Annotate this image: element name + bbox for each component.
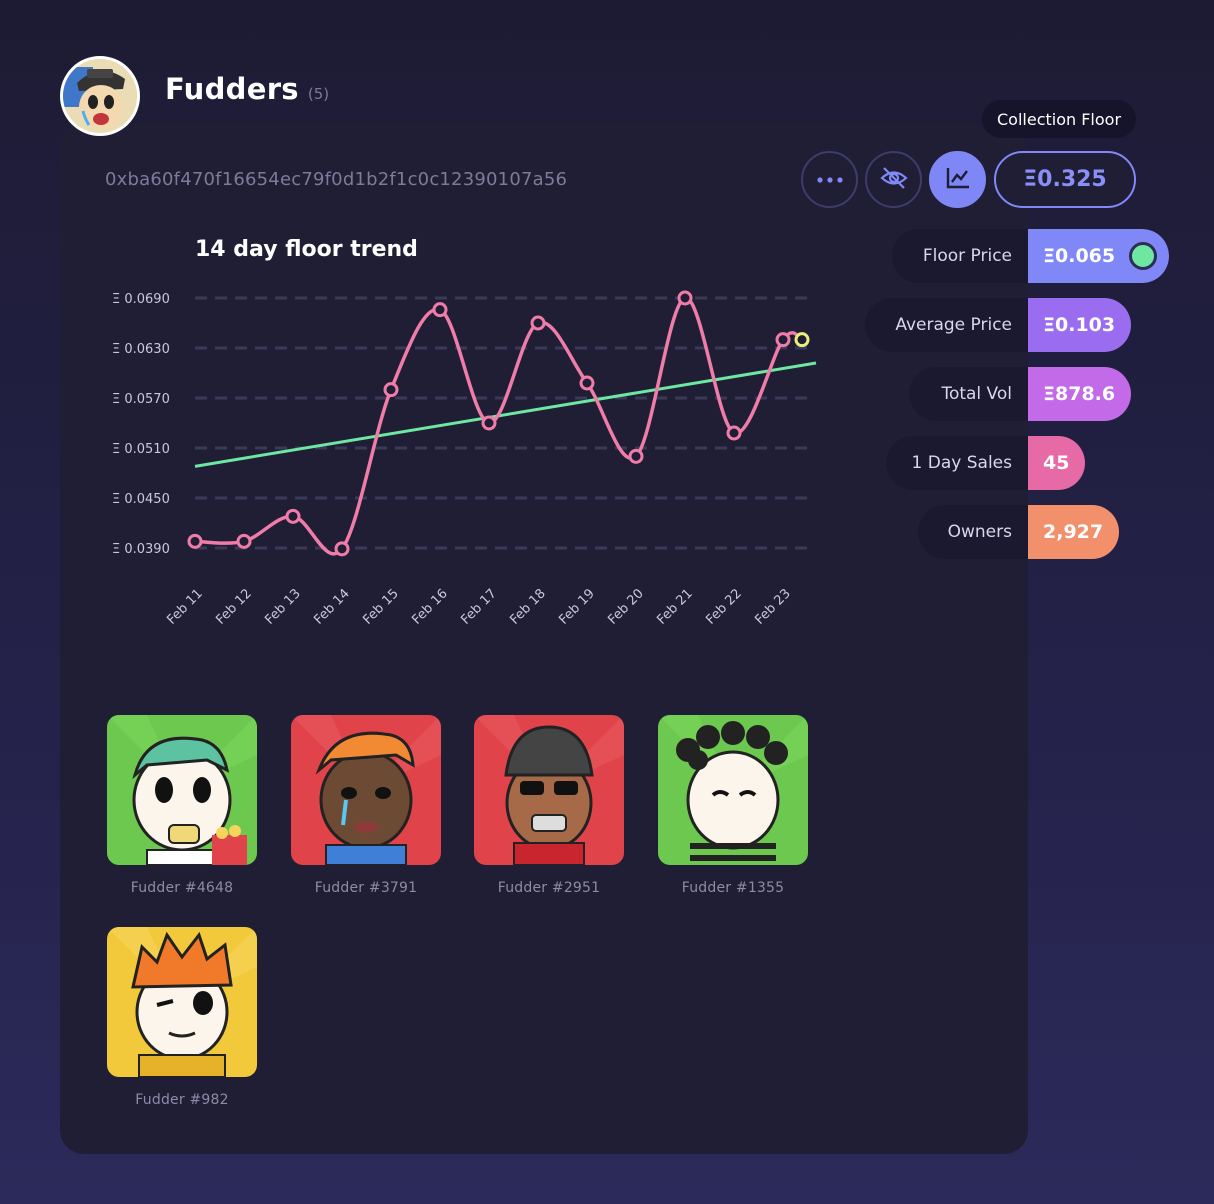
- stat-label: Owners: [918, 505, 1028, 559]
- data-point[interactable]: [775, 332, 791, 348]
- chart-button[interactable]: [929, 151, 986, 208]
- floor-trend-chart: 14 day floor trend Ξ 0.0690 Ξ 0.0630 Ξ 0.0…: [112, 237, 817, 628]
- x-tick-label: Feb 11: [164, 586, 206, 628]
- nft-card[interactable]: Fudder #4648: [107, 715, 257, 896]
- stat-row: 1 Day Sales 45: [886, 436, 1086, 490]
- stat-value: 45: [1028, 436, 1086, 490]
- contract-address[interactable]: 0xba60f470f16654ec79f0d1b2f1c0c12390107a…: [105, 169, 567, 190]
- nft-name: Fudder #982: [135, 1092, 229, 1108]
- x-tick-label: Feb 13: [262, 586, 304, 628]
- stat-row: Average Price Ξ0.103: [865, 298, 1132, 352]
- collection-count: (5): [307, 85, 330, 103]
- nft-card[interactable]: Fudder #982: [107, 927, 257, 1108]
- x-tick-label: Feb 21: [654, 586, 696, 628]
- stat-value: Ξ0.103: [1028, 298, 1132, 352]
- nft-image[interactable]: [107, 715, 257, 865]
- nft-image[interactable]: [291, 715, 441, 865]
- collection-floor-button[interactable]: Ξ0.325: [994, 151, 1136, 208]
- data-point[interactable]: [187, 533, 203, 549]
- line-chart-icon: [945, 166, 971, 194]
- y-tick-label: Ξ 0.0450: [112, 492, 170, 507]
- data-point[interactable]: [726, 425, 742, 441]
- y-tick-label: Ξ 0.0630: [112, 342, 170, 357]
- data-point[interactable]: [628, 448, 644, 464]
- collection-title: Fudders: [165, 72, 299, 106]
- stat-row: Owners 2,927: [918, 505, 1120, 559]
- nft-card[interactable]: Fudder #3791: [291, 715, 441, 896]
- collection-floor-tooltip: Collection Floor: [982, 100, 1137, 138]
- data-point[interactable]: [579, 375, 595, 391]
- stat-label: Total Vol: [909, 367, 1028, 421]
- x-tick-label: Feb 14: [311, 586, 353, 628]
- stat-row: Total Vol Ξ878.6: [909, 367, 1132, 421]
- nft-card[interactable]: Fudder #1355: [658, 715, 808, 896]
- stat-label: 1 Day Sales: [886, 436, 1028, 490]
- stat-value: 2,927: [1028, 505, 1120, 559]
- nft-name: Fudder #4648: [130, 880, 234, 896]
- y-tick-label: Ξ 0.0510: [112, 442, 170, 457]
- more-dots-icon: [815, 170, 845, 189]
- stat-value: Ξ878.6: [1028, 367, 1132, 421]
- data-point[interactable]: [236, 533, 252, 549]
- x-tick-label: Feb 20: [605, 586, 647, 628]
- nft-image[interactable]: [474, 715, 624, 865]
- collection-avatar: [60, 56, 140, 136]
- stat-label: Floor Price: [892, 229, 1028, 283]
- data-point[interactable]: [285, 508, 301, 524]
- nft-card[interactable]: Fudder #2951: [474, 715, 624, 896]
- stat-label: Average Price: [865, 298, 1028, 352]
- y-tick-label: Ξ 0.0570: [112, 392, 170, 407]
- nft-name: Fudder #1355: [681, 880, 785, 896]
- nft-image[interactable]: [107, 927, 257, 1077]
- data-point[interactable]: [677, 290, 693, 306]
- hide-button[interactable]: [865, 151, 922, 208]
- nft-name: Fudder #2951: [497, 880, 601, 896]
- stat-value: Ξ0.065: [1028, 229, 1170, 283]
- x-tick-label: Feb 23: [752, 586, 794, 628]
- eye-off-icon: [879, 166, 908, 194]
- more-button[interactable]: [801, 151, 858, 208]
- x-tick-label: Feb 16: [409, 586, 451, 628]
- latest-data-point[interactable]: [794, 332, 810, 348]
- data-point[interactable]: [530, 315, 546, 331]
- x-tick-label: Feb 18: [507, 586, 549, 628]
- x-tick-label: Feb 17: [458, 586, 500, 628]
- data-point[interactable]: [334, 541, 350, 557]
- stat-row: Floor Price Ξ0.065: [892, 229, 1170, 283]
- nft-image[interactable]: [658, 715, 808, 865]
- x-tick-label: Feb 15: [360, 586, 402, 628]
- data-point[interactable]: [432, 302, 448, 318]
- y-tick-label: Ξ 0.0390: [112, 542, 170, 557]
- y-tick-label: Ξ 0.0690: [112, 292, 170, 307]
- nft-name: Fudder #3791: [314, 880, 418, 896]
- x-tick-label: Feb 12: [213, 586, 255, 628]
- chart-title: 14 day floor trend: [195, 237, 418, 262]
- status-dot-icon: [1129, 242, 1158, 270]
- x-tick-label: Feb 22: [703, 586, 745, 628]
- x-tick-label: Feb 19: [556, 586, 598, 628]
- data-point[interactable]: [383, 382, 399, 398]
- data-point[interactable]: [481, 415, 497, 431]
